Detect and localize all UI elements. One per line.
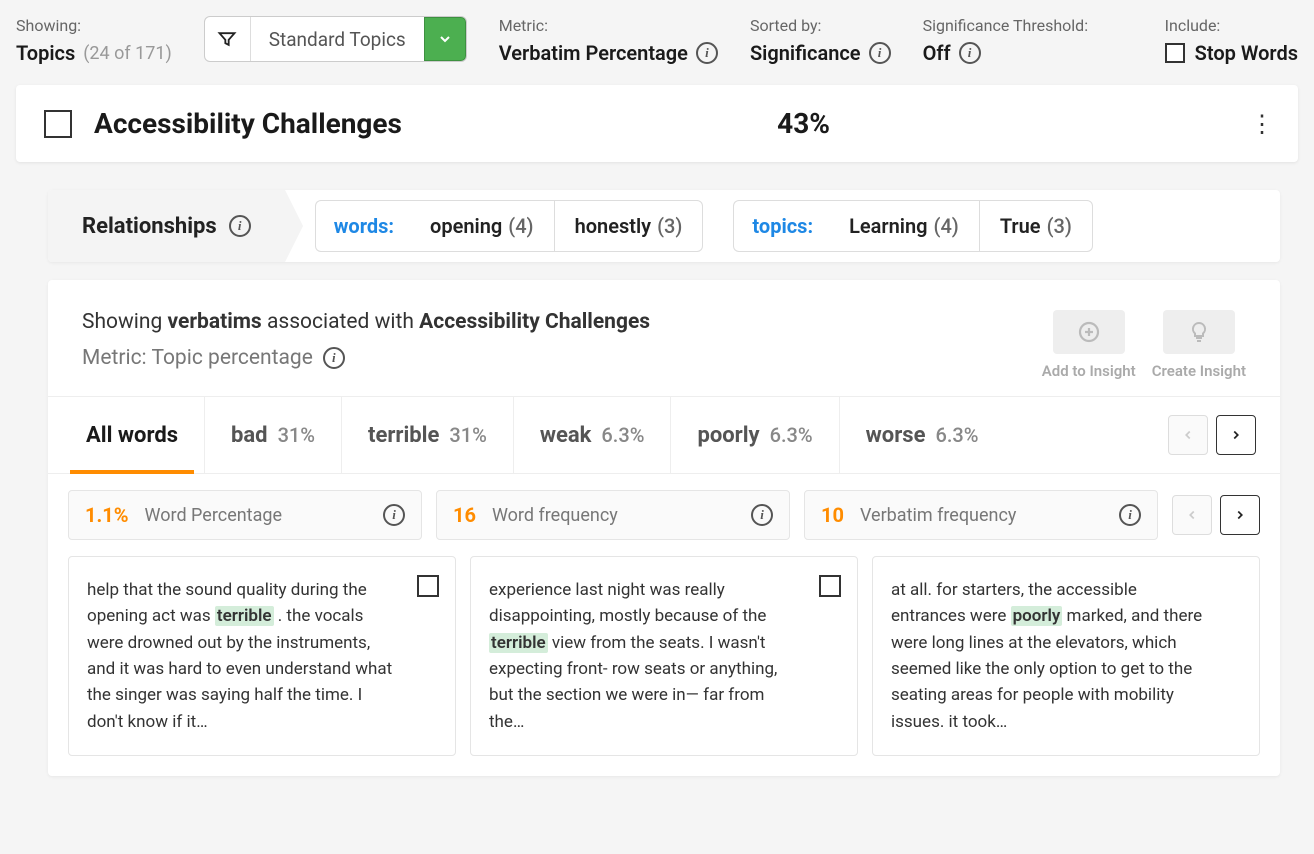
plus-circle-icon: [1053, 310, 1125, 354]
pill-count: (3): [657, 214, 682, 238]
showing-count: (24 of 171): [83, 43, 171, 64]
stat-word-frequency: 16 Word frequency i: [436, 490, 790, 540]
relationships-panel: Relationships i words: opening (4) hones…: [48, 190, 1280, 262]
pill-label: Learning: [849, 214, 927, 238]
sorted-block: Sorted by: Significance i: [750, 16, 891, 65]
verbatim-checkbox[interactable]: [819, 575, 841, 597]
include-block: Include: Stop Words: [1165, 16, 1298, 65]
related-words-group: words: opening (4) honestly (3): [315, 190, 704, 262]
verbatim-metric-line: Metric: Topic percentage i: [82, 346, 650, 370]
showing-label: Showing:: [16, 16, 172, 35]
filter-current-value: Standard Topics: [251, 17, 424, 61]
pill-label: opening: [430, 214, 502, 238]
related-topics-group: topics: Learning (4) True (3): [733, 190, 1092, 262]
info-icon[interactable]: i: [229, 215, 251, 237]
top-toolbar: Showing: Topics (24 of 171) Standard Top…: [0, 0, 1314, 85]
significance-value: Off: [923, 41, 951, 65]
verbatim-text: help that the sound quality during the o…: [87, 577, 437, 735]
verbatim-text: at all. for starters, the accessible ent…: [891, 577, 1241, 735]
info-icon[interactable]: i: [751, 504, 773, 526]
highlight-word: terrible: [489, 633, 548, 653]
include-label: Include:: [1165, 16, 1298, 35]
stat-verbatim-frequency: 10 Verbatim frequency i: [804, 490, 1158, 540]
stop-words-checkbox[interactable]: [1165, 43, 1185, 63]
significance-label: Significance Threshold:: [923, 16, 1089, 35]
verbatim-card[interactable]: experience last night was really disappo…: [470, 556, 858, 756]
verbatim-card[interactable]: help that the sound quality during the o…: [68, 556, 456, 756]
word-tab[interactable]: weak6.3%: [514, 397, 672, 473]
stats-next-button[interactable]: [1220, 495, 1260, 535]
pill-label: honestly: [575, 214, 652, 238]
word-tabs: All words bad31% terrible31% weak6.3% po…: [48, 396, 1280, 474]
word-tab[interactable]: bad31%: [205, 397, 342, 473]
add-to-insight-button[interactable]: Add to Insight: [1042, 310, 1136, 380]
pill-count: (4): [508, 214, 533, 238]
sorted-value: Significance: [750, 41, 861, 65]
word-tab[interactable]: worse6.3%: [840, 397, 1005, 473]
sorted-label: Sorted by:: [750, 16, 891, 35]
verbatim-text: experience last night was really disappo…: [489, 577, 839, 735]
info-icon[interactable]: i: [696, 42, 718, 64]
topic-percentage: 43%: [777, 107, 830, 140]
highlight-word: poorly: [1011, 606, 1063, 626]
info-icon[interactable]: i: [959, 42, 981, 64]
pill-label: True: [1000, 214, 1041, 238]
info-icon[interactable]: i: [1119, 504, 1141, 526]
highlight-word: terrible: [215, 606, 274, 626]
topics-group-label: topics:: [733, 200, 829, 252]
relationships-tab[interactable]: Relationships i: [48, 190, 285, 262]
verbatim-header-line: Showing verbatims associated with Access…: [82, 310, 650, 334]
words-group-label: words:: [315, 200, 410, 252]
verbatim-checkbox[interactable]: [417, 575, 439, 597]
topic-filter-select[interactable]: Standard Topics: [204, 16, 467, 62]
stat-row: 1.1% Word Percentage i 16 Word frequency…: [48, 474, 1280, 556]
word-tabs-next-button[interactable]: [1216, 415, 1256, 455]
info-icon[interactable]: i: [869, 42, 891, 64]
main-area: Accessibility Challenges 43% ⋮ Relations…: [0, 85, 1314, 792]
filter-dropdown-button[interactable]: [424, 17, 466, 61]
word-tab[interactable]: terrible31%: [342, 397, 514, 473]
verbatim-cards: help that the sound quality during the o…: [48, 556, 1280, 756]
filter-icon: [205, 17, 251, 61]
info-icon[interactable]: i: [323, 347, 345, 369]
include-value: Stop Words: [1195, 41, 1298, 65]
showing-block: Showing: Topics (24 of 171): [16, 16, 172, 65]
metric-label: Metric:: [499, 16, 718, 35]
related-word-pill[interactable]: honestly (3): [555, 200, 704, 252]
word-tab-all[interactable]: All words: [60, 397, 205, 473]
showing-value-text: Topics: [16, 41, 75, 65]
word-tab[interactable]: poorly6.3%: [671, 397, 839, 473]
pill-count: (4): [934, 214, 959, 238]
word-tabs-prev-button[interactable]: [1168, 415, 1208, 455]
info-icon[interactable]: i: [383, 504, 405, 526]
metric-value: Verbatim Percentage: [499, 41, 688, 65]
metric-block: Metric: Verbatim Percentage i: [499, 16, 718, 65]
topic-card: Accessibility Challenges 43% ⋮: [16, 85, 1298, 162]
topic-title: Accessibility Challenges: [94, 107, 402, 140]
topic-checkbox[interactable]: [44, 110, 72, 138]
related-word-pill[interactable]: opening (4): [410, 200, 555, 252]
related-topic-pill[interactable]: True (3): [980, 200, 1093, 252]
pill-count: (3): [1047, 214, 1072, 238]
showing-value: Topics (24 of 171): [16, 41, 172, 65]
verbatim-card[interactable]: at all. for starters, the accessible ent…: [872, 556, 1260, 756]
create-insight-button[interactable]: Create Insight: [1152, 310, 1246, 380]
related-topic-pill[interactable]: Learning (4): [829, 200, 980, 252]
lightbulb-icon: [1163, 310, 1235, 354]
topic-menu-button[interactable]: ⋮: [1250, 110, 1270, 138]
verbatim-header: Showing verbatims associated with Access…: [48, 280, 1280, 396]
verbatim-panel: Showing verbatims associated with Access…: [48, 280, 1280, 776]
stats-prev-button[interactable]: [1172, 495, 1212, 535]
stat-word-percentage: 1.1% Word Percentage i: [68, 490, 422, 540]
relationships-tab-label: Relationships: [82, 214, 217, 239]
significance-block: Significance Threshold: Off i: [923, 16, 1089, 65]
